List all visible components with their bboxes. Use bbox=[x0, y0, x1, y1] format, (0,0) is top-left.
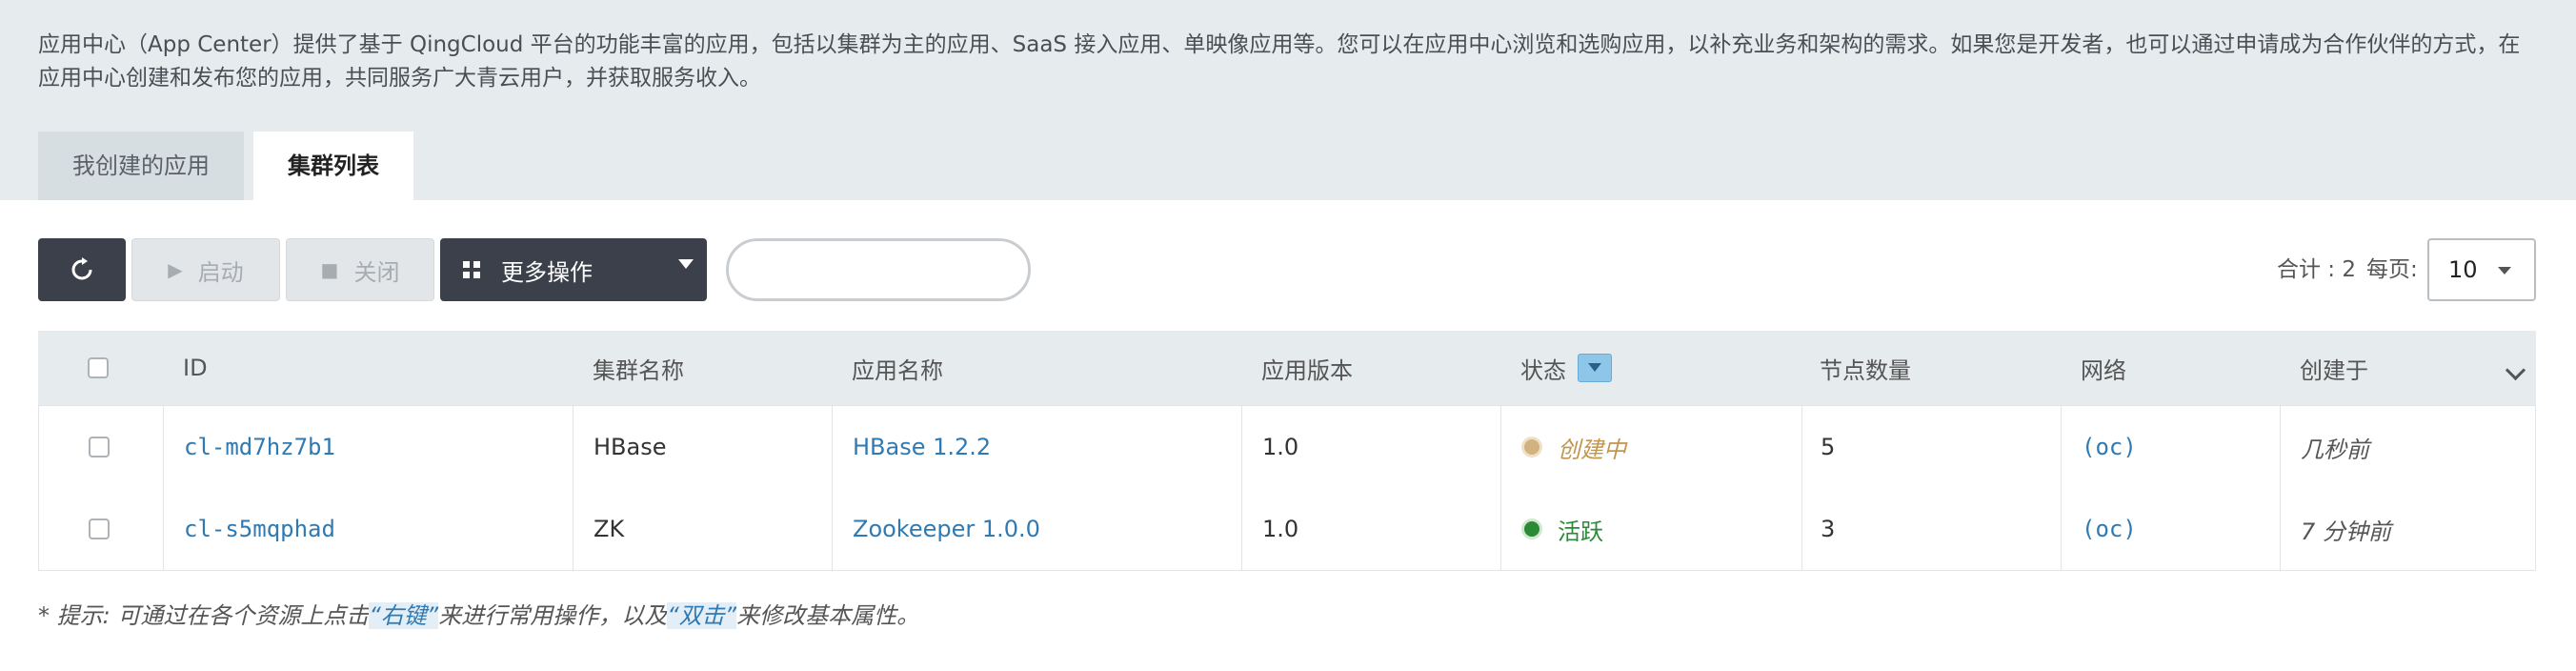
column-header-app-name[interactable]: 应用名称 bbox=[852, 331, 943, 405]
hint-prefix: * 提示: 可通过在各个资源上点击 bbox=[38, 602, 370, 629]
table-header: ID 集群名称 应用名称 应用版本 状态 节点数量 网络 创建于 bbox=[38, 331, 2536, 405]
network-link[interactable]: (oc) bbox=[2082, 406, 2137, 488]
column-header-network[interactable]: 网络 bbox=[2081, 331, 2126, 405]
start-label: 启动 bbox=[197, 258, 244, 286]
created-time: 7 分钟前 bbox=[2301, 518, 2391, 545]
column-header-id[interactable]: ID bbox=[183, 331, 208, 405]
per-page-label: 每页: bbox=[2366, 257, 2418, 282]
more-actions-label: 更多操作 bbox=[501, 258, 593, 286]
app-name-link[interactable]: Zookeeper 1.0.0 bbox=[853, 488, 1040, 570]
page-size-select[interactable]: 10 bbox=[2427, 238, 2536, 301]
cluster-id-link[interactable]: cl-md7hz7b1 bbox=[184, 406, 335, 488]
cluster-id-link[interactable]: cl-s5mqphad bbox=[184, 488, 335, 570]
node-count: 3 bbox=[1821, 516, 1836, 542]
total-count: 合计 : 2 bbox=[2277, 257, 2357, 282]
hint-right-click: “右键” bbox=[369, 602, 439, 629]
select-all-checkbox[interactable] bbox=[88, 357, 109, 378]
column-header-cluster-name[interactable]: 集群名称 bbox=[593, 331, 684, 405]
column-header-status[interactable]: 状态 bbox=[1520, 352, 1566, 385]
created-time: 几秒前 bbox=[2301, 436, 2369, 463]
network-link[interactable]: (oc) bbox=[2082, 488, 2137, 570]
hint-middle: 来进行常用操作，以及 bbox=[438, 602, 668, 629]
row-checkbox[interactable] bbox=[89, 518, 110, 539]
status-active-icon bbox=[1521, 518, 1542, 539]
row-checkbox[interactable] bbox=[89, 437, 110, 458]
header-banner: 应用中心（App Center）提供了基于 QingCloud 平台的功能丰富的… bbox=[0, 0, 2576, 200]
hint-double-click: “双击” bbox=[667, 602, 737, 629]
close-button[interactable]: ■ 关闭 bbox=[286, 238, 434, 301]
app-name-link[interactable]: HBase 1.2.2 bbox=[853, 406, 991, 488]
grid-icon bbox=[463, 261, 480, 278]
hint-suffix: 来修改基本属性。 bbox=[736, 602, 920, 629]
chevron-down-icon[interactable] bbox=[2505, 359, 2526, 381]
app-version: 1.0 bbox=[1262, 434, 1299, 460]
node-count: 5 bbox=[1821, 434, 1836, 460]
status-filter-icon[interactable] bbox=[1578, 354, 1612, 382]
start-button[interactable]: ▶ 启动 bbox=[131, 238, 280, 301]
more-actions-dropdown[interactable]: 更多操作 bbox=[440, 238, 707, 301]
tab-my-apps[interactable]: 我创建的应用 bbox=[38, 132, 244, 200]
app-center-description: 应用中心（App Center）提供了基于 QingCloud 平台的功能丰富的… bbox=[38, 32, 2521, 91]
table-row[interactable]: cl-s5mqphad ZK Zookeeper 1.0.0 1.0 活跃 3 … bbox=[38, 488, 2536, 571]
column-header-nodes[interactable]: 节点数量 bbox=[1820, 331, 1911, 405]
cluster-name: ZK bbox=[594, 516, 625, 542]
close-label: 关闭 bbox=[353, 258, 400, 286]
play-icon: ▶ bbox=[168, 258, 183, 281]
status-text: 活跃 bbox=[1558, 518, 1603, 545]
caret-down-icon bbox=[678, 259, 694, 269]
app-version: 1.0 bbox=[1262, 516, 1299, 542]
page-size-value: 10 bbox=[2448, 256, 2478, 283]
table-row[interactable]: cl-md7hz7b1 HBase HBase 1.2.2 1.0 创建中 5 … bbox=[38, 405, 2536, 489]
stop-icon: ■ bbox=[320, 258, 339, 281]
refresh-icon bbox=[71, 257, 92, 280]
cluster-name: HBase bbox=[594, 434, 667, 460]
refresh-button[interactable] bbox=[38, 238, 126, 301]
search-input[interactable] bbox=[726, 238, 1031, 301]
tab-cluster-list[interactable]: 集群列表 bbox=[253, 132, 413, 200]
usage-hint: * 提示: 可通过在各个资源上点击“右键”来进行常用操作，以及“双击”来修改基本… bbox=[38, 597, 919, 630]
column-header-app-version[interactable]: 应用版本 bbox=[1261, 331, 1353, 405]
status-creating-icon bbox=[1521, 437, 1542, 458]
status-text: 创建中 bbox=[1558, 436, 1626, 463]
column-header-created[interactable]: 创建于 bbox=[2300, 331, 2368, 405]
caret-down-icon bbox=[2498, 267, 2511, 274]
